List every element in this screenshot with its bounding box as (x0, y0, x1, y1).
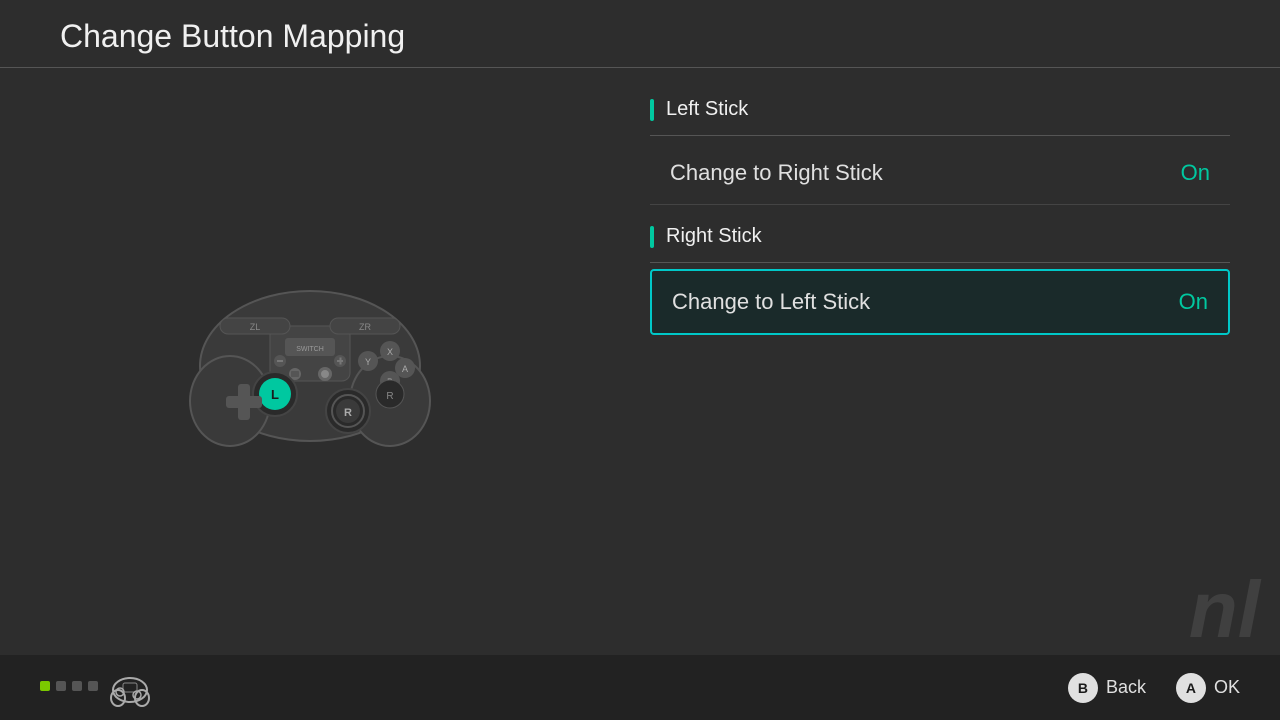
a-button-letter: A (1186, 680, 1196, 696)
b-button-letter: B (1078, 680, 1088, 696)
a-button-circle: A (1176, 673, 1206, 703)
svg-text:ZR: ZR (359, 322, 371, 332)
right-stick-header: Right Stick (650, 225, 1230, 248)
page-title: Change Button Mapping (60, 18, 1220, 55)
dot-2 (56, 681, 66, 691)
change-to-left-stick-value: On (1179, 289, 1208, 315)
controller-svg: SWITCH L (180, 256, 440, 456)
svg-text:ZL: ZL (250, 322, 261, 332)
divider-left (650, 135, 1230, 136)
svg-text:R: R (386, 391, 393, 402)
svg-text:L: L (271, 387, 279, 402)
footer-right: B Back A OK (1068, 673, 1240, 703)
watermark: nl (1189, 570, 1260, 650)
right-stick-title: Right Stick (666, 225, 762, 248)
controller-image: SWITCH L (180, 256, 440, 456)
dots-row (40, 681, 98, 691)
svg-text:A: A (402, 364, 408, 374)
back-button[interactable]: B Back (1068, 673, 1146, 703)
svg-text:X: X (387, 347, 393, 357)
dot-4 (88, 681, 98, 691)
svg-text:Y: Y (365, 357, 371, 367)
change-to-left-stick-label: Change to Left Stick (672, 289, 870, 315)
page-header: Change Button Mapping (0, 0, 1280, 68)
left-stick-header: Left Stick (650, 98, 1230, 121)
settings-panel: Left Stick Change to Right Stick On Righ… (620, 68, 1280, 643)
dots-indicator (40, 681, 98, 695)
section-bar-right (650, 226, 654, 248)
ok-button[interactable]: A OK (1176, 673, 1240, 703)
controller-panel: SWITCH L (0, 68, 620, 643)
b-button-circle: B (1068, 673, 1098, 703)
change-to-right-stick-label: Change to Right Stick (670, 160, 883, 186)
dot-1 (40, 681, 50, 691)
change-to-left-stick-row[interactable]: Change to Left Stick On (650, 269, 1230, 335)
section-bar-left (650, 99, 654, 121)
dot-3 (72, 681, 82, 691)
right-stick-section: Right Stick Change to Left Stick On (650, 225, 1230, 335)
change-to-right-stick-row[interactable]: Change to Right Stick On (650, 142, 1230, 205)
change-to-right-stick-value: On (1181, 160, 1210, 186)
svg-text:SWITCH: SWITCH (296, 346, 324, 353)
main-content: SWITCH L (0, 68, 1280, 643)
footer: B Back A OK (0, 655, 1280, 720)
ok-label: OK (1214, 677, 1240, 698)
back-label: Back (1106, 677, 1146, 698)
svg-text:R: R (344, 407, 352, 419)
left-stick-title: Left Stick (666, 98, 748, 121)
footer-controller-icon (110, 668, 150, 708)
divider-right (650, 262, 1230, 263)
footer-left (40, 668, 150, 708)
left-stick-section: Left Stick Change to Right Stick On (650, 98, 1230, 205)
